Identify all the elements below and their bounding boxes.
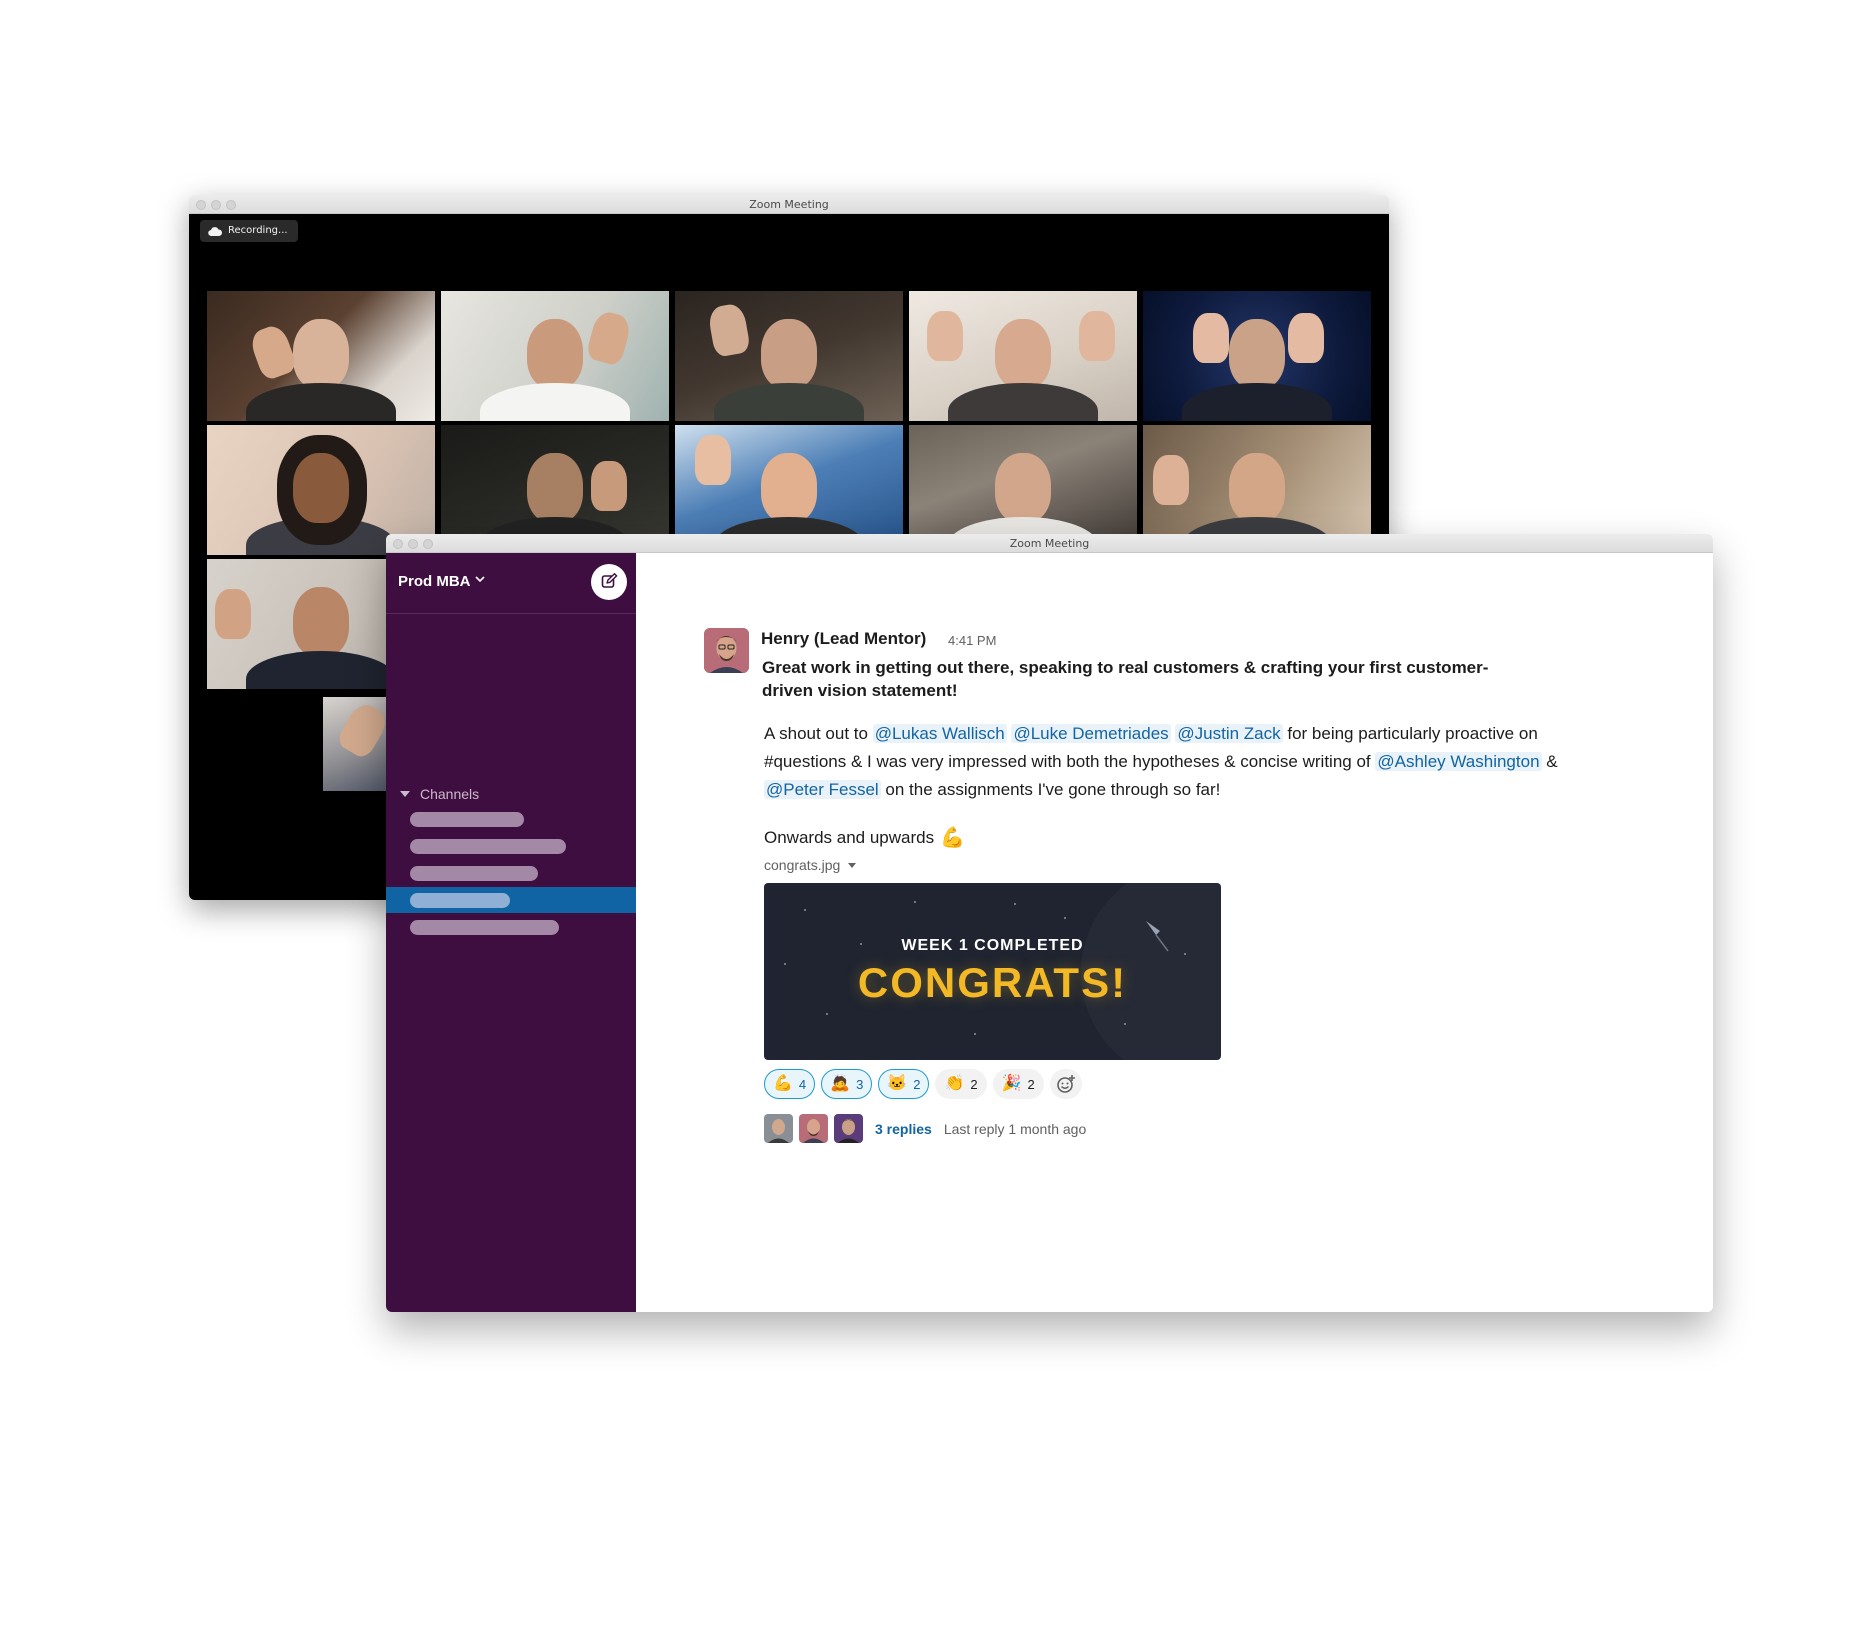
reaction-pill[interactable]: 👏 2	[935, 1069, 987, 1099]
zoom-window-title: Zoom Meeting	[749, 198, 829, 211]
file-attachment-label[interactable]: congrats.jpg	[764, 857, 857, 873]
caret-down-icon[interactable]	[848, 862, 857, 868]
bowing-person-icon: 🙇	[830, 1075, 851, 1092]
reaction-pill[interactable]: 💪 4	[764, 1069, 816, 1099]
channels-section-header[interactable]: Channels	[400, 786, 479, 802]
message-timestamp[interactable]: 4:41 PM	[948, 633, 996, 648]
participant-video-tile[interactable]	[441, 291, 669, 421]
file-name: congrats.jpg	[764, 857, 841, 873]
reaction-count: 4	[798, 1076, 807, 1092]
mention-link[interactable]: @Lukas Wallisch	[872, 724, 1007, 743]
last-reply-text: Last reply 1 month ago	[943, 1120, 1087, 1137]
recording-label: Recording...	[228, 225, 288, 236]
add-reaction-button[interactable]	[1049, 1069, 1082, 1099]
sidebar: Prod MBA Channels	[386, 553, 636, 1312]
avatar[interactable]	[834, 1114, 863, 1143]
recording-badge[interactable]: Recording...	[200, 220, 298, 242]
compose-button[interactable]	[591, 564, 627, 600]
slack-window-title: Zoom Meeting	[1009, 537, 1090, 550]
flexed-biceps-icon: 💪	[940, 827, 965, 849]
reaction-pill[interactable]: 🙇 3	[821, 1069, 873, 1099]
message-headline: Great work in getting out there, speakin…	[762, 658, 1489, 700]
compose-icon	[601, 573, 618, 588]
sidebar-divider	[386, 613, 636, 614]
avatar[interactable]	[799, 1114, 828, 1143]
party-popper-icon: 🎉	[1001, 1075, 1022, 1092]
slack-window: Zoom Meeting Prod MBA Channels Henry (Le…	[386, 534, 1713, 1312]
sidebar-channel-item[interactable]	[386, 914, 636, 940]
clapping-hands-icon: 👏	[944, 1075, 965, 1092]
reaction-pill[interactable]: 🐱 2	[878, 1069, 930, 1099]
image-subtitle: WEEK 1 COMPLETED	[901, 937, 1084, 954]
caret-down-icon	[400, 791, 410, 797]
workspace-name[interactable]: Prod MBA	[398, 573, 471, 590]
flexed-biceps-icon: 💪	[773, 1075, 793, 1092]
sidebar-channel-item[interactable]	[386, 833, 636, 859]
mention-link[interactable]: @Ashley Washington	[1375, 752, 1542, 771]
replies-link[interactable]: 3 replies	[875, 1121, 932, 1137]
chevron-down-icon[interactable]	[475, 575, 485, 583]
participant-video-tile[interactable]	[1143, 291, 1371, 421]
reaction-count: 3	[856, 1076, 864, 1092]
avatar[interactable]	[704, 628, 749, 673]
sidebar-channel-item-active[interactable]	[386, 887, 636, 913]
channels-label: Channels	[420, 786, 480, 802]
cat-face-icon: 🐱	[887, 1075, 908, 1092]
mention-link[interactable]: @Luke Demetriades	[1011, 724, 1171, 743]
reaction-bar: 💪 4 🙇 3 🐱 2 👏 2 🎉 2	[764, 1069, 1082, 1099]
mention-link[interactable]: @Peter Fessel	[764, 780, 881, 799]
slack-titlebar: Zoom Meeting	[386, 534, 1713, 553]
reaction-count: 2	[913, 1076, 921, 1092]
cloud-icon	[208, 226, 222, 236]
participant-video-tile[interactable]	[909, 291, 1137, 421]
add-emoji-icon	[1056, 1075, 1075, 1093]
avatar[interactable]	[764, 1114, 793, 1143]
mention-link[interactable]: @Justin Zack	[1175, 724, 1283, 743]
message-pane: Henry (Lead Mentor) 4:41 PM Great work i…	[636, 553, 1713, 1312]
message-closing-line: Onwards and upwards 💪	[764, 827, 965, 849]
image-title: CONGRATS!	[857, 959, 1128, 1006]
reaction-pill[interactable]: 🎉 2	[992, 1069, 1044, 1099]
participant-video-tile[interactable]	[323, 697, 393, 791]
participant-video-tile[interactable]	[675, 291, 903, 421]
attached-image[interactable]: WEEK 1 COMPLETED CONGRATS!	[764, 883, 1221, 1060]
message-body: A shout out to @Lukas Wallisch @Luke Dem…	[764, 724, 1558, 799]
message-author[interactable]: Henry (Lead Mentor)	[761, 629, 926, 649]
sidebar-channel-item[interactable]	[386, 806, 636, 832]
participant-video-tile[interactable]	[207, 291, 435, 421]
reaction-count: 2	[970, 1076, 978, 1092]
sidebar-channel-item[interactable]	[386, 860, 636, 886]
thread-summary: 3 replies Last reply 1 month ago	[764, 1114, 1086, 1143]
reaction-count: 2	[1027, 1076, 1035, 1092]
zoom-titlebar: Zoom Meeting	[189, 195, 1389, 214]
